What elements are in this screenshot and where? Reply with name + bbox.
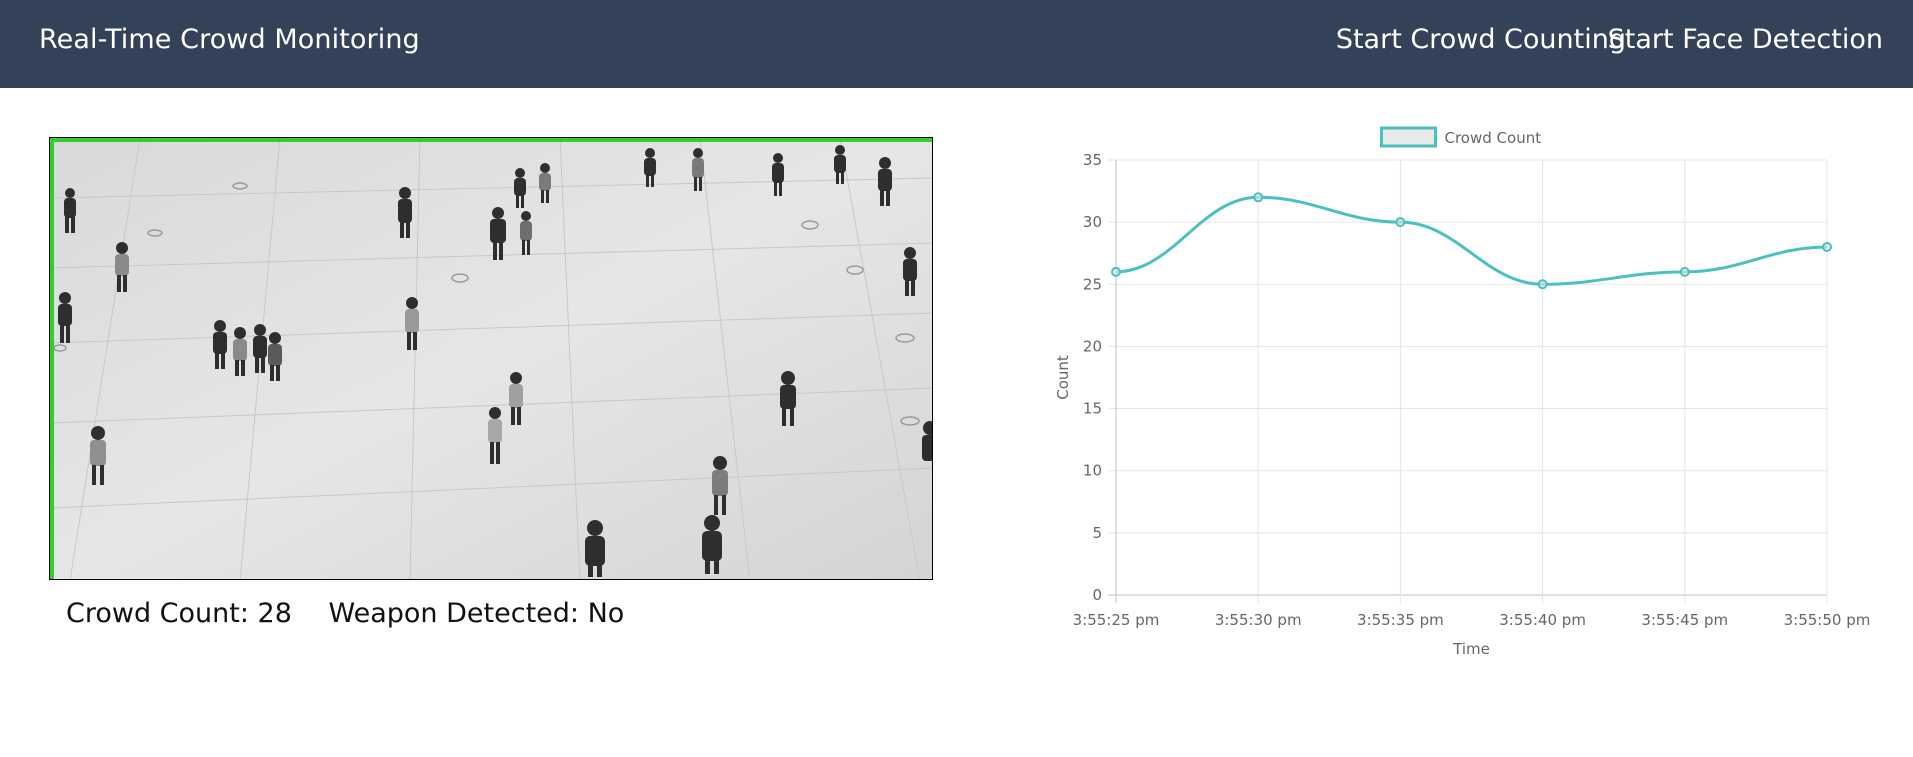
crowd-count-text: Crowd Count: 28: [66, 598, 292, 629]
brand-title[interactable]: Real-Time Crowd Monitoring: [39, 24, 420, 55]
series-line-crowd-count: [1115, 195, 1828, 286]
data-point: [1679, 266, 1690, 277]
y-tick-label: 10: [1083, 462, 1102, 480]
data-point: [1111, 266, 1121, 277]
y-tick-label: 30: [1083, 213, 1102, 231]
chart-svg: 0 5 10 15 20 25 30 35 3:55:25 pm 3:55:30 pm 3:55:3…: [1054, 126, 1871, 658]
x-tick-label: 3:55:40 pm: [1499, 611, 1586, 629]
legend-swatch: [1380, 126, 1437, 148]
detection-border-top: [50, 138, 932, 142]
detection-border-left: [50, 138, 54, 579]
video-feed: [49, 137, 933, 580]
x-tick-label: 3:55:30 pm: [1215, 611, 1302, 629]
y-tick-label: 0: [1092, 586, 1102, 604]
y-tick-label: 25: [1083, 275, 1102, 293]
y-tick-label: 20: [1083, 337, 1102, 355]
x-tick-label: 3:55:45 pm: [1641, 611, 1728, 629]
x-axis-title: Time: [1452, 640, 1490, 658]
x-tick-label: 3:55:50 pm: [1784, 611, 1871, 629]
navbar: Real-Time Crowd Monitoring Start Crowd C…: [0, 0, 1913, 88]
crowd-count-chart: 0 5 10 15 20 25 30 35 3:55:25 pm 3:55:30 pm 3:55:3…: [1035, 118, 1913, 678]
data-point: [1822, 242, 1832, 252]
y-tick-label: 5: [1092, 524, 1102, 542]
start-face-detection-link[interactable]: Start Face Detection: [1608, 24, 1883, 55]
data-point: [1253, 192, 1264, 203]
data-point: [1395, 217, 1406, 228]
data-point: [1537, 279, 1548, 290]
y-tick-label: 35: [1083, 151, 1102, 169]
stats-row: Crowd Count: 28 Weapon Detected: No: [66, 598, 652, 629]
x-tick-label: 3:55:25 pm: [1073, 611, 1160, 629]
x-tick-label: 3:55:35 pm: [1357, 611, 1444, 629]
y-axis-title: Count: [1054, 355, 1072, 400]
start-crowd-counting-link[interactable]: Start Crowd Counting: [1336, 24, 1626, 55]
weapon-detected-text: Weapon Detected: No: [328, 598, 625, 629]
legend-label: Crowd Count: [1445, 129, 1542, 147]
crowd-video-image: [50, 138, 932, 579]
y-tick-label: 15: [1083, 400, 1102, 418]
